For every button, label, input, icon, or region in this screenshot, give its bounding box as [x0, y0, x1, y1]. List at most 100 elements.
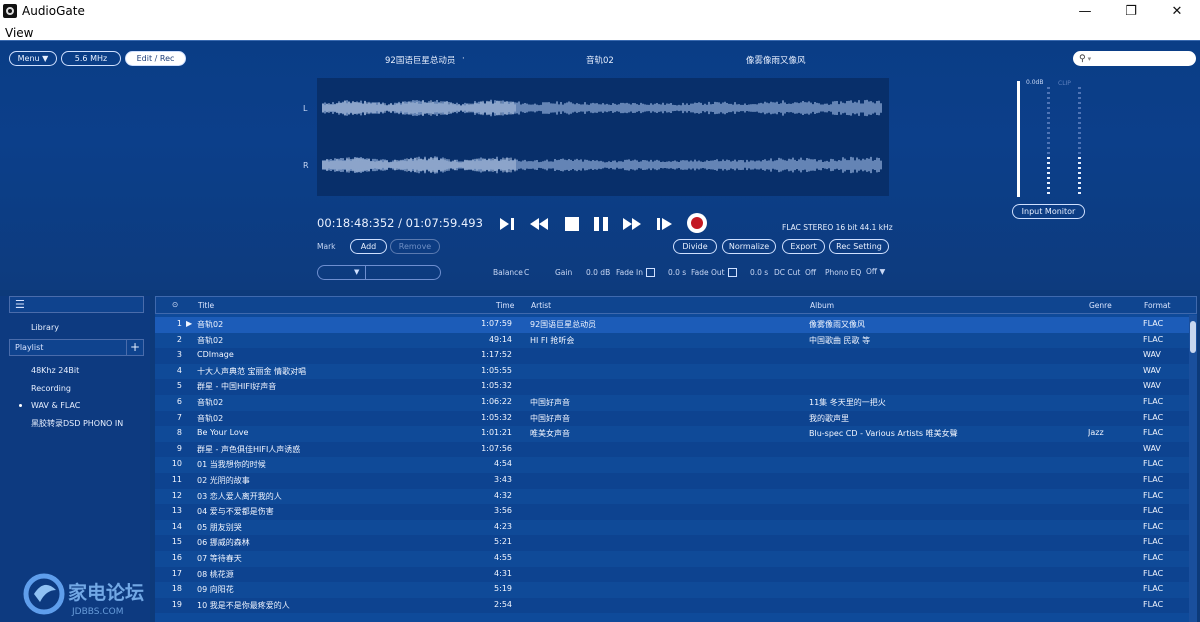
meter-dot [1078, 152, 1081, 154]
fade-out-value[interactable]: 0.0 s [750, 268, 768, 277]
column-artist[interactable]: Artist [531, 301, 551, 310]
export-button[interactable]: Export [782, 239, 825, 254]
window-title: AudioGate [22, 4, 85, 18]
mark-dropdown[interactable]: ▼ [317, 265, 441, 280]
row-number: 13 [171, 506, 182, 516]
left-channel-label: L [303, 104, 308, 113]
playlist-label: Playlist [15, 343, 44, 352]
table-row[interactable]: 9 群星 - 声色俱佳HIFI人声诱惑 1:07:56 WAV [155, 441, 1189, 458]
input-monitor-button[interactable]: Input Monitor [1012, 204, 1085, 219]
waveform-svg [322, 99, 882, 174]
table-row[interactable]: 5 群星 - 中国HIFI好声音 1:05:32 WAV [155, 379, 1189, 395]
fast-forward-button[interactable] [619, 213, 645, 235]
app-area: Menu ▼ 5.6 MHz Edit / Rec 92国语巨星总动员 · 音轨… [0, 40, 1200, 622]
table-row[interactable]: 12 03 恋人爱人离开我的人 4:32 FLAC [155, 488, 1189, 505]
table-row[interactable]: 3 CDImage 1:17:52 WAV [155, 348, 1189, 364]
left-meter-lit [1047, 157, 1050, 197]
add-playlist-button[interactable]: + [126, 339, 143, 356]
meter-dot [1078, 157, 1081, 159]
table-row[interactable]: 13 04 爱与不爱都是伤害 3:56 FLAC [155, 504, 1189, 520]
skip-to-end-button[interactable] [495, 213, 521, 235]
rec-setting-button[interactable]: Rec Setting [829, 239, 889, 254]
search-input[interactable]: ⚲ ▾ [1073, 51, 1196, 66]
time-display: 00:18:48:352 / 01:07:59.493 [317, 216, 483, 230]
table-row[interactable]: 16 07 等待春天 4:55 FLAC [155, 551, 1189, 567]
table-row[interactable]: 1 ▶ 音轨02 1:07:59 92国语巨星总动员 像雾像雨又像风 FLAC [155, 317, 1189, 333]
rate-button[interactable]: 5.6 MHz [61, 51, 121, 66]
table-row[interactable]: 18 09 向阳花 5:19 FLAC [155, 582, 1189, 598]
table-row[interactable]: 11 02 光阴的故事 3:43 FLAC [155, 473, 1189, 489]
table-row[interactable]: 17 08 桃花源 4:31 FLAC [155, 566, 1189, 583]
row-title: 群星 - 中国HIFI好声音 [197, 382, 277, 392]
sidebar-item-48khz[interactable]: 48Khz 24Bit [31, 366, 79, 375]
input-level-bar [1017, 81, 1020, 197]
meter-dot [1078, 187, 1081, 189]
now-playing-icon: ▶ [186, 319, 193, 328]
phono-eq-value[interactable]: Off ▼ [866, 267, 885, 276]
minimize-button[interactable]: — [1062, 0, 1108, 22]
normalize-button[interactable]: Normalize [722, 239, 776, 254]
sidebar-item-library[interactable]: Library [31, 323, 59, 332]
maximize-button[interactable]: ❐ [1108, 0, 1154, 22]
table-row[interactable]: 19 10 我是不是你最疼爱的人 2:54 FLAC [155, 597, 1189, 614]
add-mark-button[interactable]: Add [350, 239, 387, 254]
rewind-button[interactable] [526, 213, 552, 235]
row-time: 1:17:52 [481, 350, 512, 360]
sidebar-item-wav-flac[interactable]: WAV & FLAC [31, 401, 80, 410]
table-row[interactable]: 6 音轨02 1:06:22 中国好声音 11集 冬天里的一把火 FLAC [155, 395, 1189, 411]
column-format[interactable]: Format [1144, 301, 1170, 310]
row-album: 我的歌声里 [809, 413, 849, 423]
table-row[interactable]: 10 01 当我想你的时候 4:54 FLAC [155, 457, 1189, 473]
edit-rec-button[interactable]: Edit / Rec [125, 51, 186, 66]
dc-cut-value[interactable]: Off [805, 268, 816, 277]
row-artist: 唯美女声音 [530, 429, 570, 439]
table-row[interactable]: 15 06 挪威的森林 5:21 FLAC [155, 535, 1189, 551]
table-row[interactable]: 14 05 朋友别哭 4:23 FLAC [155, 519, 1189, 536]
column-time[interactable]: Time [496, 301, 514, 310]
remove-mark-button[interactable]: Remove [390, 239, 440, 254]
row-time: 3:56 [494, 506, 512, 516]
row-title: 08 桃花源 [197, 569, 234, 579]
table-row[interactable]: 2 音轨02 49:14 HI FI 抢听会 中国歌曲 民歌 等 FLAC [155, 332, 1189, 349]
row-format: WAV [1143, 365, 1161, 375]
waveform-display[interactable] [317, 78, 889, 196]
row-artist: 中国好声音 [530, 413, 570, 423]
record-button[interactable] [687, 213, 707, 233]
next-button[interactable] [652, 213, 678, 235]
gain-value[interactable]: 0.0 dB [586, 268, 610, 277]
track-table: ⊙ Title Time Artist Album Genre Format 1… [155, 296, 1197, 622]
column-title[interactable]: Title [198, 301, 214, 310]
table-row[interactable]: 8 Be Your Love 1:01:21 唯美女声音 Blu-spec CD - V… [155, 426, 1189, 442]
stop-button[interactable] [559, 213, 585, 235]
fade-in-label: Fade In [616, 268, 643, 277]
fade-in-value[interactable]: 0.0 s [668, 268, 686, 277]
pause-button[interactable] [588, 213, 614, 235]
balance-value[interactable]: C [524, 268, 529, 277]
clip-label: CLIP [1058, 80, 1071, 87]
row-number: 2 [176, 334, 182, 344]
vertical-scrollbar[interactable] [1189, 315, 1197, 622]
row-time: 1:07:56 [481, 443, 512, 453]
column-album[interactable]: Album [810, 301, 834, 310]
divide-button[interactable]: Divide [673, 239, 717, 254]
fade-out-checkbox[interactable] [728, 268, 737, 277]
sidebar-item-vinyl-dsd[interactable]: 黑胶转录DSD PHONO IN [31, 418, 123, 429]
menu-button[interactable]: Menu ▼ [9, 51, 57, 66]
sidebar-item-recording[interactable]: Recording [31, 384, 71, 393]
scrollbar-thumb[interactable] [1190, 321, 1196, 353]
column-number-icon[interactable]: ⊙ [172, 300, 178, 309]
fade-in-checkbox[interactable] [646, 268, 655, 277]
column-genre[interactable]: Genre [1089, 301, 1112, 310]
row-album: 中国歌曲 民歌 等 [809, 335, 871, 345]
app-icon [3, 4, 17, 18]
row-format: FLAC [1143, 475, 1164, 484]
table-row[interactable]: 4 十大人声典范 宝丽金 情歌对唱 1:05:55 WAV [155, 363, 1189, 380]
row-number: 10 [171, 459, 182, 469]
meter-dot [1047, 177, 1050, 179]
sidebar-menu-button[interactable]: ☰ [9, 296, 144, 313]
row-format: FLAC [1143, 334, 1164, 344]
row-title: 十大人声典范 宝丽金 情歌对唱 [197, 366, 307, 376]
table-row[interactable]: 7 音轨02 1:05:32 中国好声音 我的歌声里 FLAC [155, 410, 1189, 427]
meter-dot [1047, 107, 1050, 109]
close-button[interactable]: ✕ [1154, 0, 1200, 22]
